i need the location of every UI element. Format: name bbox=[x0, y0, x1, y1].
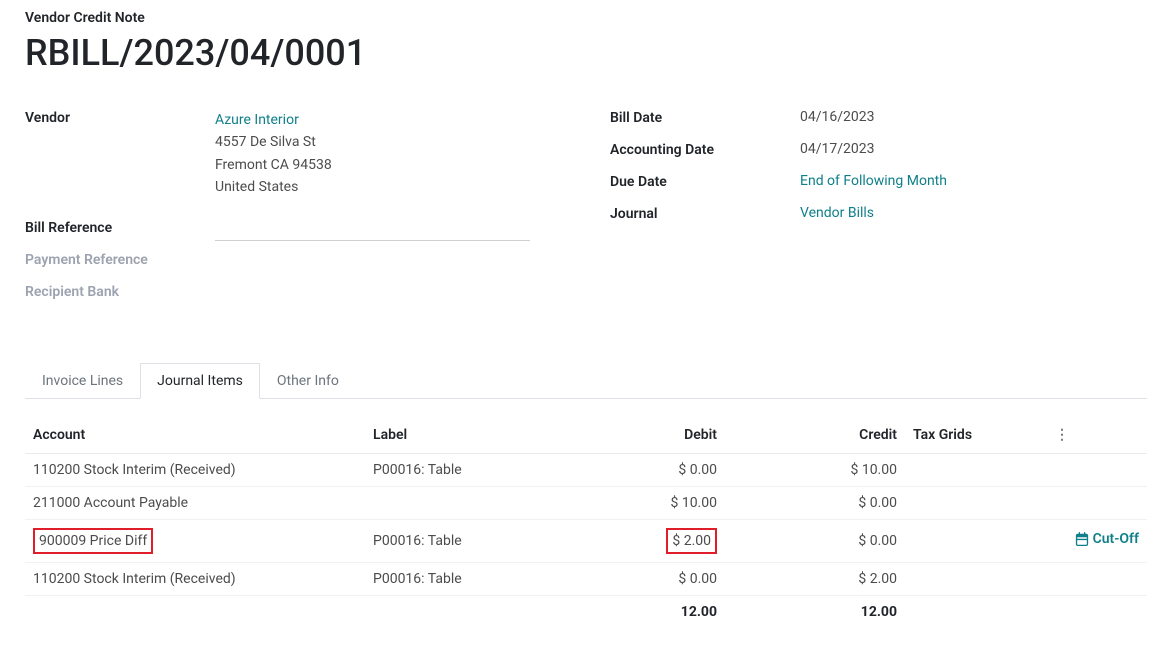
total-debit: 12.00 bbox=[565, 595, 725, 628]
cell-debit: $ 0.00 bbox=[565, 453, 725, 486]
cell-tax-grids bbox=[905, 562, 1047, 595]
tab-invoice-lines[interactable]: Invoice Lines bbox=[25, 363, 140, 399]
tab-journal-items[interactable]: Journal Items bbox=[140, 363, 260, 399]
cell-label: P00016: Table bbox=[365, 562, 565, 595]
doc-type-label: Vendor Credit Note bbox=[25, 10, 1147, 26]
form-col-left: Vendor Azure Interior 4557 De Silva St F… bbox=[25, 109, 562, 315]
table-row[interactable]: 900009 Price DiffP00016: Table$ 2.00$ 0.… bbox=[25, 519, 1147, 562]
cell-label: P00016: Table bbox=[365, 519, 565, 562]
journal-table: Account Label Debit Credit Tax Grids ⋮ 1… bbox=[25, 417, 1147, 628]
cutoff-button[interactable]: Cut-Off bbox=[1075, 531, 1139, 547]
cell-tax-grids bbox=[905, 519, 1047, 562]
cell-actions bbox=[1047, 486, 1147, 519]
th-credit[interactable]: Credit bbox=[725, 417, 905, 454]
cell-account: 110200 Stock Interim (Received) bbox=[25, 562, 365, 595]
cell-actions: Cut-Off bbox=[1047, 519, 1147, 562]
cell-credit: $ 0.00 bbox=[725, 486, 905, 519]
cell-credit: $ 0.00 bbox=[725, 519, 905, 562]
journal-label: Journal bbox=[610, 205, 800, 222]
total-credit: 12.00 bbox=[725, 595, 905, 628]
bill-reference-label: Bill Reference bbox=[25, 219, 215, 236]
cell-credit: $ 2.00 bbox=[725, 562, 905, 595]
th-account[interactable]: Account bbox=[25, 417, 365, 454]
due-date-label: Due Date bbox=[610, 173, 800, 190]
cell-tax-grids bbox=[905, 453, 1047, 486]
cell-debit: $ 0.00 bbox=[565, 562, 725, 595]
vendor-credit-note-page: Vendor Credit Note RBILL/2023/04/0001 Ve… bbox=[25, 10, 1147, 628]
bill-date-label: Bill Date bbox=[610, 109, 800, 126]
vendor-link[interactable]: Azure Interior bbox=[215, 112, 299, 128]
cell-account: 211000 Account Payable bbox=[25, 486, 365, 519]
cell-account: 110200 Stock Interim (Received) bbox=[25, 453, 365, 486]
kebab-menu-icon[interactable]: ⋮ bbox=[1055, 427, 1069, 443]
cell-debit: $ 2.00 bbox=[565, 519, 725, 562]
vendor-label: Vendor bbox=[25, 109, 215, 126]
recipient-bank-label: Recipient Bank bbox=[25, 283, 215, 300]
th-debit[interactable]: Debit bbox=[565, 417, 725, 454]
vendor-address-line1: 4557 De Silva St bbox=[215, 131, 562, 153]
vendor-address-line3: United States bbox=[215, 176, 562, 198]
calendar-icon bbox=[1075, 532, 1089, 546]
cutoff-label: Cut-Off bbox=[1093, 531, 1139, 547]
journal-tbody: 110200 Stock Interim (Received)P00016: T… bbox=[25, 453, 1147, 595]
cell-label: P00016: Table bbox=[365, 453, 565, 486]
cell-tax-grids bbox=[905, 486, 1047, 519]
cell-label bbox=[365, 486, 565, 519]
journal-link[interactable]: Vendor Bills bbox=[800, 205, 874, 221]
payment-reference-label: Payment Reference bbox=[25, 251, 215, 268]
form-col-right: Bill Date 04/16/2023 Accounting Date 04/… bbox=[610, 109, 1147, 315]
tabs: Invoice Lines Journal Items Other Info bbox=[25, 363, 1147, 399]
table-row[interactable]: 211000 Account Payable $ 10.00$ 0.00 bbox=[25, 486, 1147, 519]
page-title: RBILL/2023/04/0001 bbox=[25, 32, 1147, 74]
accounting-date-value: 04/17/2023 bbox=[800, 141, 1147, 157]
bill-reference-input[interactable] bbox=[215, 221, 530, 241]
form-sheet: Vendor Azure Interior 4557 De Silva St F… bbox=[25, 109, 1147, 315]
vendor-value: Azure Interior 4557 De Silva St Fremont … bbox=[215, 109, 562, 199]
tab-other-info[interactable]: Other Info bbox=[260, 363, 356, 399]
cell-credit: $ 10.00 bbox=[725, 453, 905, 486]
due-date-link[interactable]: End of Following Month bbox=[800, 173, 947, 189]
cell-debit: $ 10.00 bbox=[565, 486, 725, 519]
tab-content-journal-items: Account Label Debit Credit Tax Grids ⋮ 1… bbox=[25, 399, 1147, 628]
bill-date-value: 04/16/2023 bbox=[800, 109, 1147, 125]
table-row[interactable]: 110200 Stock Interim (Received)P00016: T… bbox=[25, 453, 1147, 486]
vendor-address-line2: Fremont CA 94538 bbox=[215, 154, 562, 176]
accounting-date-label: Accounting Date bbox=[610, 141, 800, 158]
th-tax-grids[interactable]: Tax Grids bbox=[905, 417, 1047, 454]
table-row[interactable]: 110200 Stock Interim (Received)P00016: T… bbox=[25, 562, 1147, 595]
cell-actions bbox=[1047, 562, 1147, 595]
cell-actions bbox=[1047, 453, 1147, 486]
th-label[interactable]: Label bbox=[365, 417, 565, 454]
cell-account: 900009 Price Diff bbox=[25, 519, 365, 562]
